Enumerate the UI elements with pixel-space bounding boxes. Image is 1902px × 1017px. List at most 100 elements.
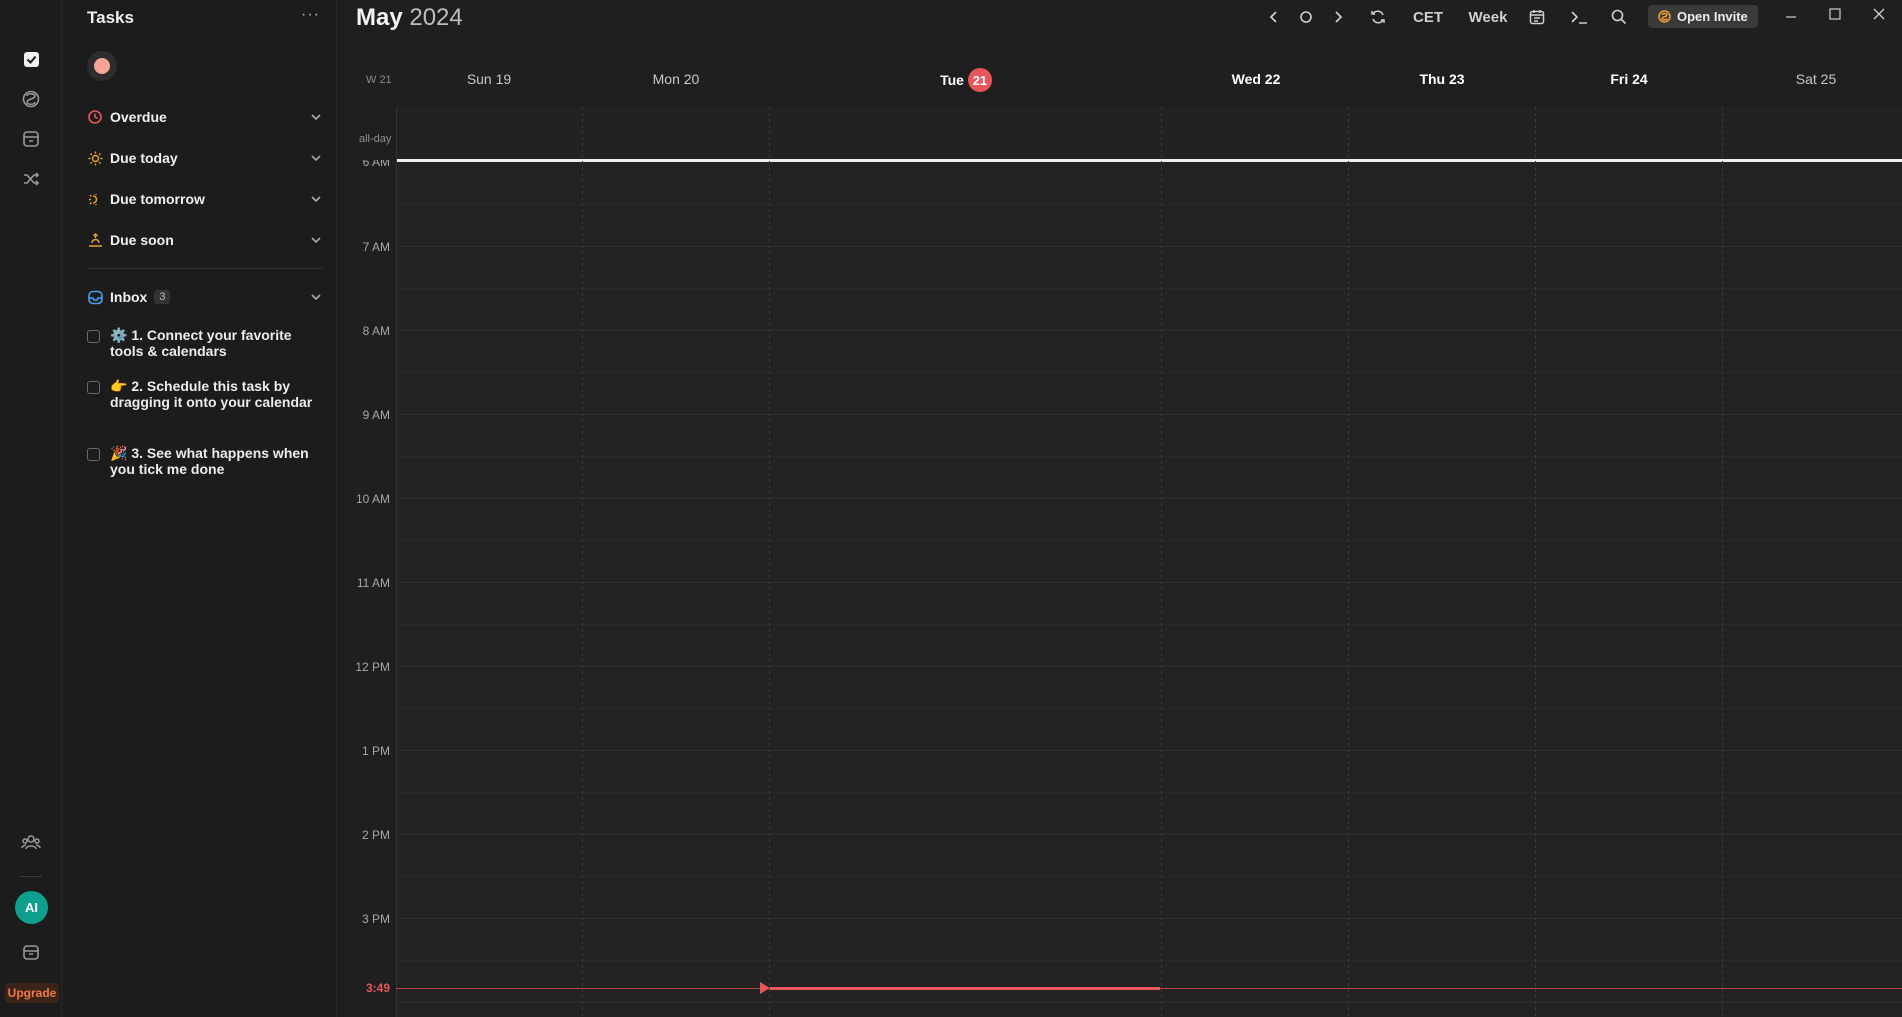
grid-line xyxy=(396,876,1902,877)
task-emoji-party-icon: 🎉 xyxy=(110,445,128,461)
sidebar-divider xyxy=(87,268,323,269)
chevron-right-icon xyxy=(1335,11,1343,23)
day-header-wed[interactable]: Wed 22 xyxy=(1232,71,1281,87)
section-overdue[interactable]: Overdue xyxy=(87,105,323,129)
section-label: Inbox xyxy=(110,289,148,305)
tasks-sidebar: Tasks ··· Overdue Due today Due tomorrow… xyxy=(63,0,337,1017)
grid-line xyxy=(396,330,1902,331)
team-icon[interactable] xyxy=(17,828,45,856)
minimize-window-button[interactable] xyxy=(1778,6,1804,28)
month-year-title: May 2024 xyxy=(356,4,463,32)
today-badge: 21 xyxy=(967,68,992,92)
search-button[interactable] xyxy=(1606,6,1632,28)
day-header-mon[interactable]: Mon 20 xyxy=(653,71,700,87)
task-item[interactable]: ⚙️ 1. Connect your favorite tools & cale… xyxy=(87,327,327,359)
current-time-today-line xyxy=(770,987,1160,990)
week-number: W 21 xyxy=(366,74,392,86)
grid-line xyxy=(396,960,1902,961)
grid-line xyxy=(396,414,1902,415)
day-name: Tue xyxy=(940,72,964,88)
next-week-button[interactable] xyxy=(1326,6,1350,28)
grid-line xyxy=(396,1002,1902,1003)
section-label: Due soon xyxy=(110,232,174,248)
tasks-nav-icon[interactable] xyxy=(17,45,45,73)
task-checkbox[interactable] xyxy=(87,448,100,461)
grid-line xyxy=(396,288,1902,289)
sun-icon xyxy=(87,150,103,166)
open-invite-label: Open Invite xyxy=(1677,9,1748,24)
avatar[interactable]: AI xyxy=(15,891,48,924)
terminal-icon xyxy=(1571,11,1587,24)
command-button[interactable] xyxy=(1566,6,1592,28)
day-header-fri[interactable]: Fri 24 xyxy=(1610,71,1647,87)
section-due-tomorrow[interactable]: Due tomorrow xyxy=(87,187,323,211)
chevron-down-icon[interactable] xyxy=(309,233,323,247)
grid-line xyxy=(396,246,1902,247)
grid-line xyxy=(396,708,1902,709)
time-grid[interactable] xyxy=(396,162,1902,1017)
grid-line xyxy=(396,582,1902,583)
maximize-window-button[interactable] xyxy=(1822,3,1848,25)
day-header-thu[interactable]: Thu 23 xyxy=(1419,71,1464,87)
clock-icon xyxy=(87,109,103,125)
hour-label: 12 PM xyxy=(355,660,390,674)
calendar-card-icon[interactable] xyxy=(17,125,45,153)
column-divider xyxy=(1348,107,1349,1017)
view-selector-button[interactable]: Week xyxy=(1460,6,1516,28)
column-divider xyxy=(1535,107,1536,1017)
archive-icon[interactable] xyxy=(17,938,45,966)
task-item[interactable]: 👉 2. Schedule this task by dragging it o… xyxy=(87,378,327,410)
chevron-down-icon[interactable] xyxy=(309,110,323,124)
scheduling-links-icon[interactable] xyxy=(17,85,45,113)
grid-line xyxy=(396,918,1902,919)
close-window-button[interactable] xyxy=(1866,3,1892,25)
chevron-down-icon[interactable] xyxy=(309,290,323,304)
shuffle-icon[interactable] xyxy=(17,165,45,193)
timezone-button[interactable]: CET xyxy=(1406,6,1450,28)
sync-button[interactable] xyxy=(1366,6,1390,28)
hour-label: 1 PM xyxy=(361,744,390,758)
section-due-today[interactable]: Due today xyxy=(87,146,323,170)
open-invite-button[interactable]: Open Invite xyxy=(1648,5,1758,28)
task-text: 2. Schedule this task by dragging it ont… xyxy=(110,378,313,410)
chevron-down-icon[interactable] xyxy=(309,192,323,206)
hour-label: 2 PM xyxy=(361,828,390,842)
calendar-picker-button[interactable] xyxy=(1524,6,1550,28)
section-inbox[interactable]: Inbox 3 xyxy=(87,285,323,309)
column-divider xyxy=(769,107,770,1017)
calendar-icon xyxy=(1529,10,1545,25)
more-options-icon[interactable]: ··· xyxy=(301,6,320,24)
hour-label: 6 AM xyxy=(362,155,390,169)
status-dot-button[interactable] xyxy=(87,51,117,81)
grid-line xyxy=(396,498,1902,499)
day-header-sun[interactable]: Sun 19 xyxy=(467,71,511,87)
today-button[interactable] xyxy=(1294,6,1318,28)
task-emoji-gear-icon: ⚙️ xyxy=(110,327,128,343)
chevron-down-icon[interactable] xyxy=(309,151,323,165)
sunset-icon xyxy=(87,232,103,248)
section-due-soon[interactable]: Due soon xyxy=(87,228,323,252)
refresh-icon xyxy=(1371,10,1385,24)
all-day-label: all-day xyxy=(359,133,392,145)
task-checkbox[interactable] xyxy=(87,381,100,394)
grid-line xyxy=(396,456,1902,457)
sunrise-icon xyxy=(87,191,103,207)
upgrade-button[interactable]: Upgrade xyxy=(5,983,59,1003)
grid-line xyxy=(396,540,1902,541)
all-day-row[interactable] xyxy=(396,107,1902,160)
circle-icon xyxy=(1300,11,1312,23)
day-header-sat[interactable]: Sat 25 xyxy=(1796,71,1836,87)
current-time-label: 3:49 xyxy=(365,981,390,995)
grid-line xyxy=(396,624,1902,625)
day-header-tue[interactable]: Tue 21 xyxy=(940,68,992,92)
task-checkbox[interactable] xyxy=(87,330,100,343)
search-icon xyxy=(1611,9,1627,25)
task-item[interactable]: 🎉 3. See what happens when you tick me d… xyxy=(87,445,327,477)
task-emoji-pointing-hand-icon: 👉 xyxy=(110,378,128,394)
year-label: 2024 xyxy=(409,4,463,31)
column-divider xyxy=(582,107,583,1017)
hour-label: 9 AM xyxy=(362,408,390,422)
prev-week-button[interactable] xyxy=(1262,6,1286,28)
current-time-marker-icon xyxy=(760,982,770,994)
section-label: Overdue xyxy=(110,109,167,125)
